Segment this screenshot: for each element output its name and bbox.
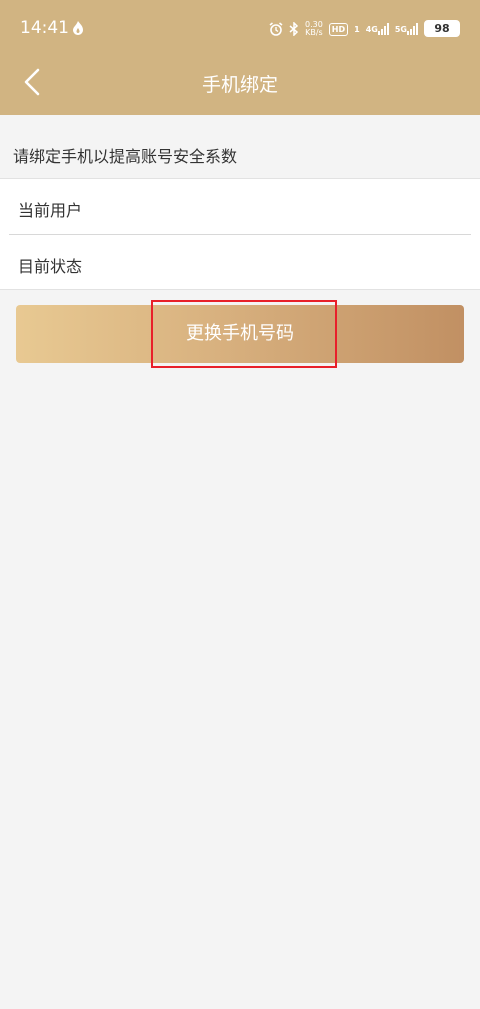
sim1-indicator: 1 bbox=[354, 24, 360, 34]
account-info-card: 当前用户 目前状态 bbox=[0, 178, 480, 290]
signal-5g-icon: 5G bbox=[395, 23, 418, 35]
status-time: 14:41 bbox=[20, 18, 69, 38]
hd-voice-icon: HD bbox=[328, 22, 349, 36]
alarm-icon bbox=[269, 22, 283, 36]
page-title: 手机绑定 bbox=[201, 74, 278, 96]
bluetooth-icon bbox=[289, 22, 299, 36]
current-user-row: 当前用户 bbox=[0, 179, 480, 234]
status-bar: 14:41 0.30 KB/s HD 1 4G 5G 98 bbox=[0, 0, 480, 56]
current-user-label: 当前用户 bbox=[18, 201, 83, 220]
app-header: 14:41 0.30 KB/s HD 1 4G 5G 98 手机绑定 bbox=[0, 0, 480, 115]
status-icons: 0.30 KB/s HD 1 4G 5G bbox=[269, 18, 418, 40]
change-phone-button[interactable]: 更换手机号码 bbox=[16, 305, 464, 363]
current-status-row: 目前状态 bbox=[0, 235, 480, 290]
signal-4g-icon: 4G bbox=[366, 23, 389, 35]
bind-hint-text: 请绑定手机以提高账号安全系数 bbox=[13, 147, 238, 166]
app-notification-icon bbox=[73, 21, 83, 35]
network-speed: 0.30 KB/s bbox=[304, 20, 323, 37]
battery-indicator: 98 bbox=[424, 20, 460, 37]
current-status-label: 目前状态 bbox=[18, 257, 83, 276]
